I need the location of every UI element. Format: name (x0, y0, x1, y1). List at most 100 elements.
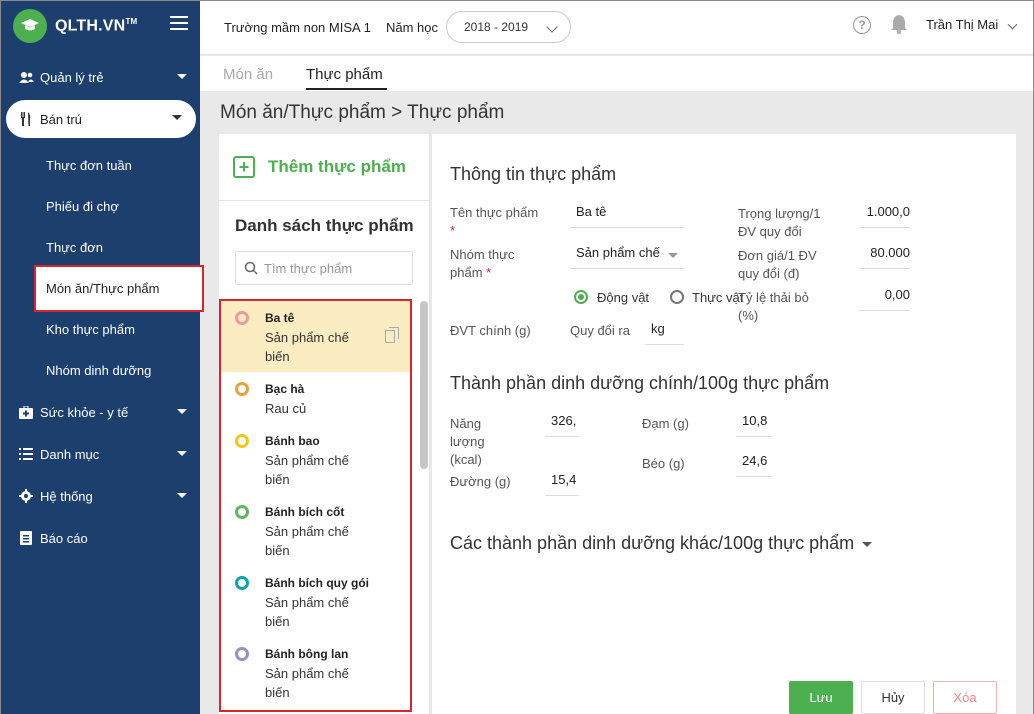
top-header: Trường mầm non MISA 1 Năm học 2018 - 201… (200, 0, 1034, 55)
chevron-down-icon (546, 21, 558, 33)
save-button[interactable]: Lưu (789, 681, 853, 714)
user-name[interactable]: Trần Thị Mai (926, 17, 998, 32)
caret-down-icon (668, 253, 678, 258)
food-group: Rau củ (265, 401, 307, 416)
food-name: Bánh bao (265, 434, 320, 448)
food-group: Sản phẩm chế biến (265, 666, 349, 700)
convert-label: Quy đổi ra (570, 323, 630, 338)
food-group: Sản phẩm chế biến (265, 524, 349, 558)
nav-label: Danh mục (40, 446, 100, 462)
food-name: Bánh bích cốt (265, 505, 345, 519)
weight-field[interactable]: 1.000,0 (859, 198, 910, 228)
breadcrumb: Món ăn/Thực phẩm > Thực phẩm (220, 102, 505, 123)
radio-plant[interactable] (670, 290, 684, 304)
food-list-panel: + Thêm thực phẩm Danh sách thực phẩm Ba … (219, 134, 430, 714)
food-color-dot (235, 505, 249, 519)
nav-label: Bán trú (40, 111, 82, 127)
food-name: Bạc hà (265, 382, 305, 396)
report-icon (18, 530, 34, 546)
radio-plant-label: Thực vật (692, 290, 744, 305)
caret-down-icon (177, 74, 187, 79)
bell-icon[interactable] (890, 14, 908, 34)
group-label: Nhóm thực phẩm * (450, 247, 515, 280)
list-item[interactable]: Bạc hà Rau củ (221, 372, 410, 424)
food-name: Bánh bông lan (265, 647, 349, 661)
food-color-dot (235, 311, 249, 325)
tab-active-indicator (306, 88, 387, 90)
list-item[interactable]: Bánh bích quy gói Sản phẩm chế biến (221, 566, 410, 637)
sugar-field[interactable]: 15,4 (545, 466, 579, 496)
list-item[interactable]: Bánh bao Sản phẩm chế biến (221, 424, 410, 495)
convert-unit-field[interactable]: kg (645, 315, 684, 345)
group-select[interactable]: Sản phẩm chế (570, 239, 684, 269)
submenu-mon-an-thuc-pham-highlight[interactable]: Món ăn/Thực phẩm (34, 265, 204, 312)
sidebar: QLTH.VNTM Quản lý trẻ Bán trú Thực đơn t… (0, 0, 204, 714)
list-scrollbar[interactable] (420, 301, 428, 469)
list-item[interactable]: Bánh bông lan Sản phẩm chế biến (221, 637, 410, 708)
search-box (235, 251, 413, 285)
tab-thuc-pham[interactable]: Thực phẩm (306, 66, 383, 83)
submenu-thuc-don[interactable]: Thực đơn (46, 240, 103, 255)
submenu-thuc-don-tuan[interactable]: Thực đơn tuần (46, 158, 132, 173)
delete-button[interactable]: Xóa (933, 681, 997, 714)
food-color-dot (235, 382, 249, 396)
medical-kit-icon (18, 404, 34, 420)
nav-quan-ly-tre[interactable]: Quản lý trẻ (1, 59, 201, 95)
caret-down-icon (862, 541, 873, 547)
nav-label: Báo cáo (40, 530, 88, 546)
food-group: Sản phẩm chế biến (265, 453, 349, 487)
users-icon (18, 69, 34, 85)
sugar-label: Đường (g) (450, 474, 511, 489)
search-icon (244, 261, 258, 275)
price-field[interactable]: 80.000 (859, 239, 910, 269)
nav-danh-muc[interactable]: Danh mục (1, 436, 201, 472)
info-section-title: Thông tin thực phẩm (450, 164, 617, 184)
food-name: Bánh bích quy gói (265, 576, 369, 590)
nutrition-section-title: Thành phần dinh dưỡng chính/100g thực ph… (450, 373, 830, 393)
protein-field[interactable]: 10,8 (736, 407, 772, 437)
list-item[interactable]: Bánh bích cốt Sản phẩm chế biến (221, 495, 410, 566)
nav-he-thong[interactable]: Hệ thống (1, 478, 201, 514)
submenu-phieu-di-cho[interactable]: Phiếu đi chợ (46, 199, 119, 214)
nav-label: Sức khỏe - y tế (40, 404, 129, 420)
tab-mon-an[interactable]: Món ăn (223, 66, 273, 83)
tab-bar: Món ăn Thực phẩm (200, 56, 1034, 91)
nav-suc-khoe[interactable]: Sức khỏe - y tế (1, 394, 201, 430)
cancel-button[interactable]: Hủy (861, 681, 925, 714)
energy-field[interactable]: 326, (545, 407, 579, 437)
food-group: Sản phẩm chế biến (265, 595, 349, 629)
add-food-button[interactable]: + Thêm thực phẩm (233, 156, 406, 178)
school-year-select[interactable]: 2018 - 2019 (446, 11, 571, 43)
hamburger-menu-icon[interactable] (170, 12, 188, 32)
waste-field[interactable]: 0,00 (859, 281, 910, 311)
window-border (0, 0, 1034, 1)
energy-label: Năng lượng (kcal) (450, 416, 485, 467)
caret-down-icon (177, 451, 187, 456)
food-name: Ba tê (265, 311, 295, 325)
food-list-title: Danh sách thực phẩm (235, 216, 414, 235)
name-field[interactable]: Ba tê (570, 198, 684, 228)
food-color-dot (235, 647, 249, 661)
waste-label: Tỷ lệ thải bỏ (%) (738, 290, 809, 323)
nav-ban-tru[interactable]: Bán trú (6, 100, 196, 138)
nav-bao-cao[interactable]: Báo cáo (1, 520, 201, 556)
food-detail-panel: Thông tin thực phẩm Tên thực phẩm * Ba tê… (432, 134, 1016, 714)
caret-down-icon (172, 115, 182, 120)
unit-label: ĐVT chính (g) (450, 323, 531, 338)
school-name[interactable]: Trường mầm non MISA 1 (224, 20, 371, 35)
list-item[interactable]: Ba tê Sản phẩm chế biến (221, 301, 410, 372)
copy-icon[interactable] (385, 327, 399, 343)
nav-label: Quản lý trẻ (40, 69, 104, 85)
caret-down-icon (177, 493, 187, 498)
other-nutrition-toggle[interactable]: Các thành phần dinh dưỡng khác/100g thực… (450, 533, 873, 554)
chevron-down-icon[interactable] (1007, 19, 1018, 30)
search-input[interactable] (264, 260, 404, 276)
year-label: Năm học (386, 20, 439, 35)
list-icon (18, 446, 34, 462)
submenu-kho-thuc-pham[interactable]: Kho thực phẩm (46, 322, 135, 337)
fat-field[interactable]: 24,6 (736, 447, 772, 477)
submenu-nhom-dinh-duong[interactable]: Nhóm dinh dưỡng (46, 363, 151, 378)
help-icon[interactable]: ? (853, 16, 871, 34)
food-group: Sản phẩm chế biến (265, 330, 349, 364)
radio-animal[interactable] (574, 290, 588, 304)
